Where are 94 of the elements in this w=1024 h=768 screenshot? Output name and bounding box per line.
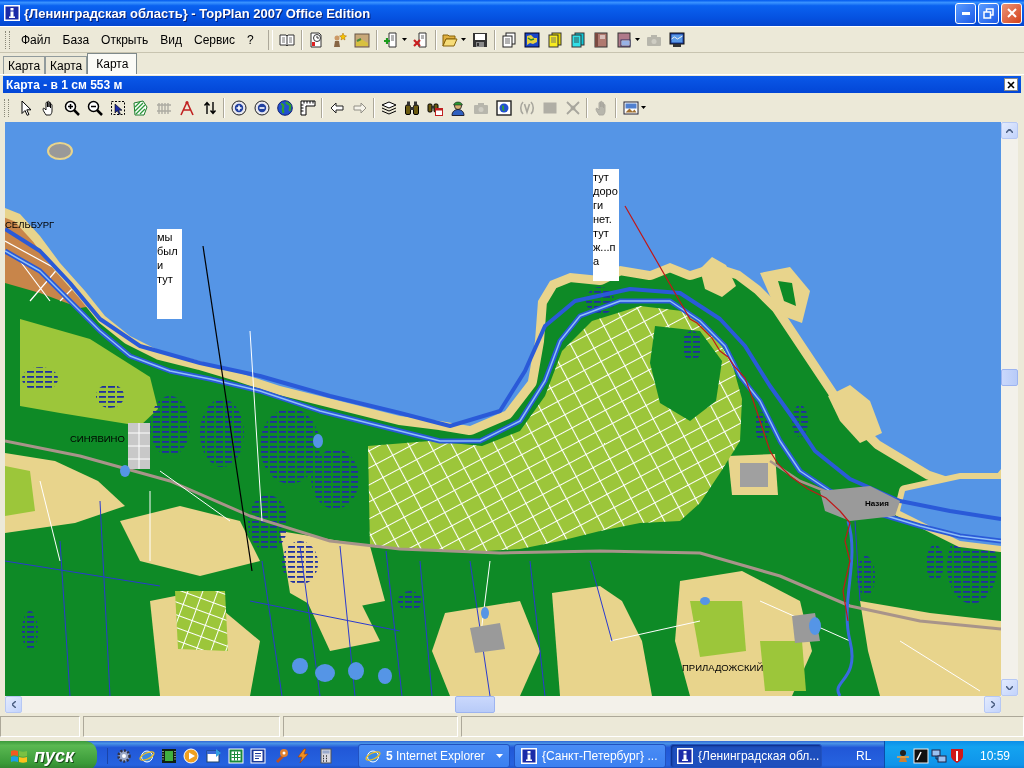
vertical-scrollbar[interactable]: [1001, 122, 1018, 696]
taskbar-label: 5 Internet Explorer: [386, 749, 485, 763]
start-label: пуск: [34, 745, 75, 767]
menu-item[interactable]: База: [56, 30, 96, 49]
scroll-thumb[interactable]: [1001, 369, 1018, 386]
note-label: тут доро ги нет. тут ж...п а: [593, 169, 619, 281]
info-icon[interactable]: [4, 5, 20, 21]
caret-icon[interactable]: [401, 38, 407, 41]
bolt-icon[interactable]: [295, 748, 312, 764]
framed-globe-icon[interactable]: [495, 99, 512, 116]
close-button[interactable]: [1004, 78, 1018, 91]
browser-icon: [365, 748, 381, 764]
up-down-arrows-icon[interactable]: [201, 99, 218, 116]
compass-icon[interactable]: [178, 99, 195, 116]
zoom-out-icon[interactable]: [86, 99, 103, 116]
window-icon[interactable]: [205, 748, 222, 764]
layers-icon[interactable]: [380, 99, 397, 116]
window-title: {Ленинградская область} - TopPlan 2007 Office Edition: [24, 5, 372, 21]
taskbar-label: {Санкт-Петербург} ...: [542, 749, 658, 763]
scroll-down-button[interactable]: [1001, 679, 1018, 696]
document-icon[interactable]: [250, 748, 267, 764]
person-icon[interactable]: [449, 99, 466, 116]
place-label: ПРИЛАДОЖСКИЙ: [682, 663, 764, 673]
caret-icon: [496, 754, 503, 758]
document-clock-icon[interactable]: [308, 31, 325, 48]
language-indicator[interactable]: RL: [856, 749, 872, 763]
plus-circle-icon[interactable]: [230, 99, 247, 116]
delete-document-icon[interactable]: [413, 31, 430, 48]
close-icon: [1006, 8, 1017, 18]
tab[interactable]: Карта: [45, 56, 88, 74]
caret-icon[interactable]: [641, 106, 646, 109]
globe-icon[interactable]: [276, 99, 293, 116]
film-icon[interactable]: [160, 748, 177, 764]
shield-icon[interactable]: [949, 748, 966, 764]
gear-icon[interactable]: [116, 748, 133, 764]
menu-item[interactable]: Сервис: [187, 30, 242, 49]
map-icon[interactable]: [524, 31, 541, 48]
minimize-icon: [961, 11, 970, 15]
minimize-button[interactable]: [955, 2, 976, 24]
document-stack-icon[interactable]: [501, 31, 518, 48]
figure-icon[interactable]: [895, 748, 912, 764]
list-notebook-icon[interactable]: [616, 31, 633, 48]
scroll-left-button[interactable]: [5, 696, 22, 713]
taskbar-label: {Ленинградская обл...: [698, 749, 820, 763]
map-folder-icon[interactable]: [354, 31, 371, 48]
scroll-thumb[interactable]: [455, 696, 495, 713]
horizontal-scrollbar[interactable]: [5, 696, 1001, 713]
windows-flag-icon: [10, 748, 28, 764]
folder-icon[interactable]: [442, 31, 459, 48]
menu-item[interactable]: Файл: [15, 30, 57, 49]
restore-button[interactable]: [978, 2, 999, 24]
notebook-icon[interactable]: [593, 31, 610, 48]
card-icon[interactable]: [570, 31, 587, 48]
place-label: СЕЛЬБУРГ: [5, 220, 55, 230]
save-icon[interactable]: [472, 31, 489, 48]
caret-icon[interactable]: [634, 38, 640, 41]
clock: 10:59: [979, 749, 1010, 763]
taskbar-button[interactable]: 5 Internet Explorer: [358, 744, 510, 768]
hatched-area-icon[interactable]: [132, 99, 149, 116]
place-label: Назия: [865, 500, 889, 508]
close-icon: [1007, 80, 1015, 89]
tab[interactable]: Карта: [3, 56, 46, 74]
terminal-icon[interactable]: [913, 748, 930, 764]
minus-circle-icon[interactable]: [253, 99, 270, 116]
note-icon[interactable]: [547, 31, 564, 48]
ruler-icon[interactable]: [299, 99, 316, 116]
play-icon[interactable]: [183, 748, 200, 764]
selection-icon[interactable]: [109, 99, 126, 116]
taskbar-button[interactable]: {Санкт-Петербург} ...: [514, 744, 666, 768]
info-icon: [677, 748, 693, 764]
info-icon: [521, 748, 537, 764]
caret-icon[interactable]: [460, 38, 466, 41]
note-label: мы был и тут: [157, 229, 182, 319]
restore-icon: [983, 7, 994, 19]
map-window-title: Карта - в 1 см 553 м: [6, 77, 123, 92]
binoculars-icon[interactable]: [403, 99, 420, 116]
picture-icon[interactable]: [622, 99, 639, 116]
add-document-icon[interactable]: [383, 31, 400, 48]
menu-item[interactable]: ?: [241, 30, 260, 49]
menu-item[interactable]: Вид: [154, 30, 188, 49]
zoom-in-icon[interactable]: [63, 99, 80, 116]
person-star-icon[interactable]: [331, 31, 348, 48]
browser-icon[interactable]: [138, 748, 155, 764]
tab[interactable]: Карта: [87, 53, 138, 74]
monitor-icon[interactable]: [669, 31, 686, 48]
menu-item[interactable]: Открыть: [95, 30, 155, 49]
scroll-up-button[interactable]: [1001, 122, 1018, 139]
taskbar-button[interactable]: {Ленинградская обл...: [670, 744, 822, 768]
calculator-icon[interactable]: [317, 748, 334, 764]
book-icon[interactable]: [279, 31, 296, 48]
network-icon[interactable]: [931, 748, 948, 764]
spreadsheet-icon[interactable]: [228, 748, 245, 764]
place-label: СИНЯВИНО: [70, 434, 125, 444]
scroll-right-button[interactable]: [984, 696, 1001, 713]
